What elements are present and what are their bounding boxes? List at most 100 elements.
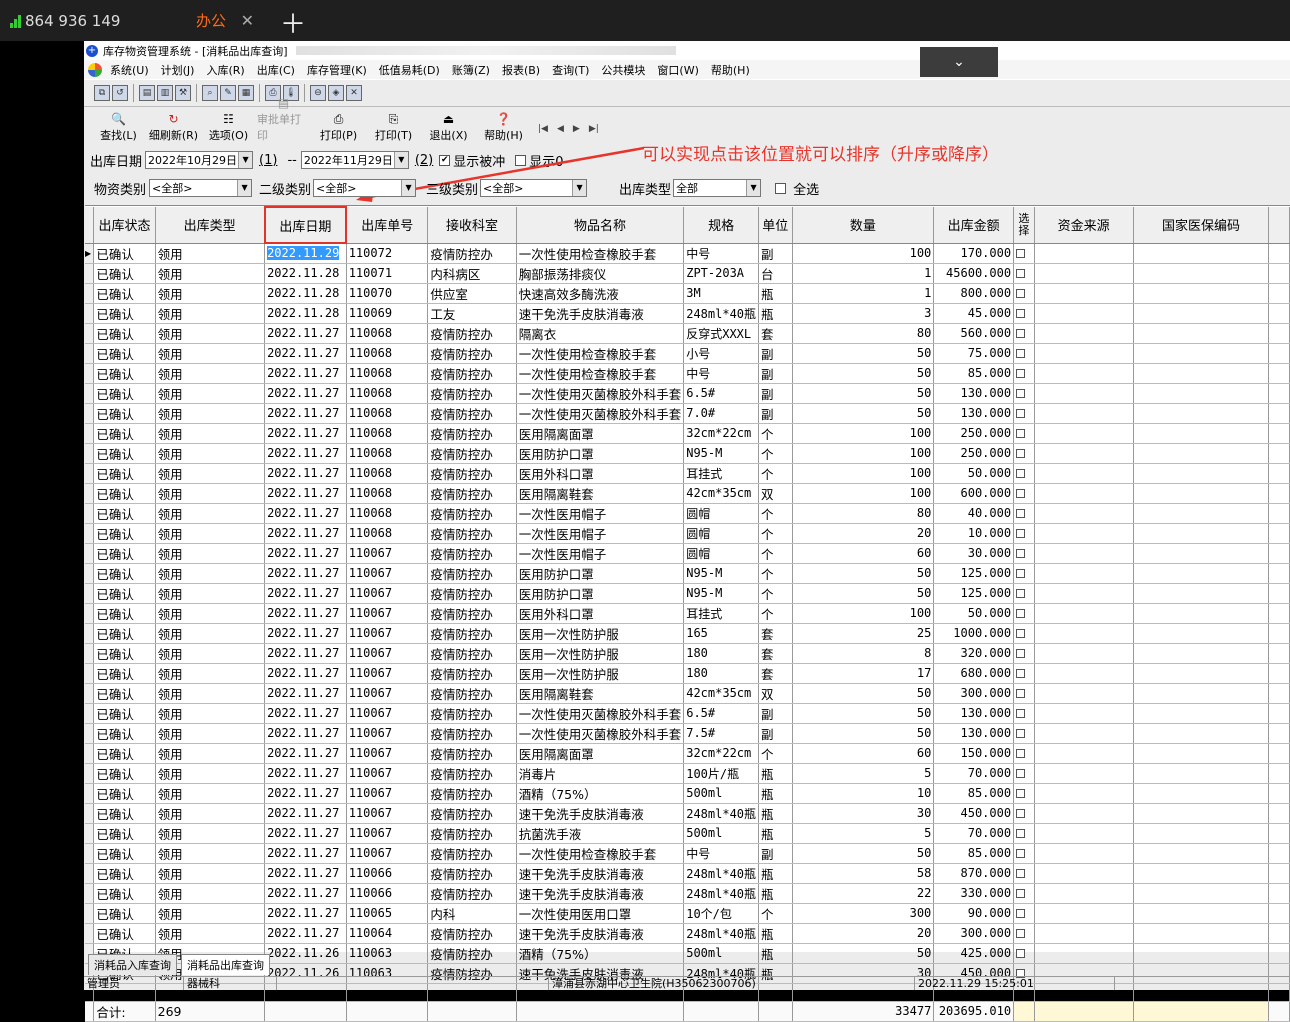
select-cell[interactable]: [1013, 443, 1035, 464]
table-row[interactable]: 已确认 领用 2022.11.27 110067 疫情防控办 医用一次性防护服 180 套 8 3…: [85, 643, 1290, 664]
row-checkbox[interactable]: [1016, 768, 1026, 778]
menu-item[interactable]: 查询(T): [546, 62, 595, 78]
row-checkbox[interactable]: [1016, 408, 1026, 418]
select-cell[interactable]: [1013, 323, 1035, 344]
table-row[interactable]: 已确认 领用 2022.11.27 110067 疫情防控办 消毒片 100片/瓶瓶 5 70.…: [85, 763, 1290, 784]
row-checkbox[interactable]: [1016, 548, 1026, 558]
menu-item[interactable]: 库存管理(K): [301, 62, 373, 78]
selected-date[interactable]: 2022.11.29: [267, 246, 340, 261]
table-row[interactable]: 已确认 领用 2022.11.27 110068 疫情防控办 医用外科口罩 耳挂式个 100 5…: [85, 463, 1290, 484]
select-cell[interactable]: [1013, 583, 1035, 604]
column-header-1[interactable]: 出库类型: [155, 207, 266, 244]
select-cell[interactable]: [1013, 343, 1035, 364]
calculator-icon[interactable]: ▦: [238, 85, 254, 101]
table-row[interactable]: 已确认 领用 2022.11.27 110065 内科 一次性使用医用口罩 10个/包个 30…: [85, 903, 1290, 924]
layers-icon[interactable]: ◈: [328, 85, 344, 101]
table-row[interactable]: 已确认 领用 2022.11.27 110067 疫情防控办 医用外科口罩 耳挂式个 100 5…: [85, 603, 1290, 624]
select-cell[interactable]: [1013, 543, 1035, 564]
select-cell[interactable]: [1013, 623, 1035, 644]
select-cell[interactable]: [1013, 823, 1035, 844]
exit-door-icon[interactable]: ⏏: [441, 112, 457, 127]
column-header-8[interactable]: 数量: [792, 207, 935, 244]
select-cell[interactable]: [1013, 563, 1035, 584]
table-row[interactable]: 已确认 领用 2022.11.27 110067 疫情防控办 抗菌洗手液 500ml 瓶 5 70…: [85, 823, 1290, 844]
row-checkbox[interactable]: [1016, 788, 1026, 798]
table-row[interactable]: 已确认 领用 2022.11.27 110068 疫情防控办 医用隔离鞋套 42cm*35c…: [85, 483, 1290, 504]
select-cell[interactable]: [1013, 643, 1035, 664]
column-header-11[interactable]: 资金来源: [1034, 207, 1134, 244]
row-checkbox[interactable]: [1016, 268, 1026, 278]
table-row[interactable]: 已确认 领用 2022.11.27 110067 疫情防控办 速干免洗手皮肤消毒液 248m…: [85, 803, 1290, 824]
new-window-icon[interactable]: ⧉: [94, 85, 110, 101]
print-preview-icon[interactable]: ⎘: [386, 112, 402, 127]
chevron-down-icon[interactable]: ▼: [238, 152, 253, 168]
table-row[interactable]: 已确认 领用 2022.11.27 110068 疫情防控办 一次性使用检查橡胶手套 中号副…: [85, 363, 1290, 384]
select-cell[interactable]: [1013, 703, 1035, 724]
menu-item[interactable]: 窗口(W): [651, 62, 704, 78]
nav-next-icon[interactable]: ▶: [573, 124, 580, 134]
select-cell[interactable]: [1013, 303, 1035, 324]
table-row[interactable]: 已确认 领用 2022.11.27 110068 疫情防控办 一次性使用灭菌橡胶外科手套 6…: [85, 383, 1290, 404]
row-checkbox[interactable]: [1016, 308, 1026, 318]
browser-tab-remote[interactable]: 864 936 149: [0, 0, 180, 41]
row-checkbox[interactable]: [1016, 908, 1026, 918]
select-cell[interactable]: [1013, 283, 1035, 304]
menu-item[interactable]: 公共模块: [595, 62, 651, 78]
toolbar-button-0[interactable]: 🔍 查找(L): [92, 112, 145, 143]
select-cell[interactable]: [1013, 883, 1035, 904]
refresh-icon[interactable]: ↻: [166, 112, 182, 127]
tertiary-category-select[interactable]: <全部> ▼: [480, 179, 588, 197]
chevron-down-icon[interactable]: ▼: [401, 180, 416, 196]
row-checkbox[interactable]: [1016, 448, 1026, 458]
select-cell[interactable]: [1013, 683, 1035, 704]
bottom-tab-0[interactable]: 消耗品入库查询: [88, 954, 177, 975]
options-icon[interactable]: ☷: [221, 112, 237, 127]
row-checkbox[interactable]: [1016, 248, 1026, 258]
table-row[interactable]: 已确认 领用 2022.11.27 110066 疫情防控办 速干免洗手皮肤消毒液 248m…: [85, 863, 1290, 884]
table-row[interactable]: 已确认 领用 2022.11.27 110068 疫情防控办 隔离衣 反穿式XXXL 套 80 5…: [85, 323, 1290, 344]
row-checkbox[interactable]: [1016, 648, 1026, 658]
select-cell[interactable]: [1013, 423, 1035, 444]
toolbar-button-6[interactable]: ⏏ 退出(X): [422, 112, 475, 143]
row-checkbox[interactable]: [1016, 508, 1026, 518]
date-from-picker[interactable]: 2022年10月29日 ▼: [145, 151, 254, 169]
select-cell[interactable]: [1013, 923, 1035, 944]
menu-item[interactable]: 低值易耗(D): [373, 62, 446, 78]
column-header-2[interactable]: 出库日期: [263, 206, 348, 244]
menu-item[interactable]: 出库(C): [251, 62, 301, 78]
column-header-0[interactable]: 出库状态: [93, 207, 156, 244]
row-checkbox[interactable]: [1016, 748, 1026, 758]
book-icon[interactable]: ▥: [157, 85, 173, 101]
category-select[interactable]: <全部> ▼: [149, 179, 253, 197]
outbound-type-select[interactable]: 全部 ▼: [673, 179, 762, 197]
select-cell[interactable]: [1013, 783, 1035, 804]
table-row[interactable]: 已确认 领用 2022.11.27 110067 疫情防控办 一次性使用灭菌橡胶外科手套 7…: [85, 723, 1290, 744]
menu-item[interactable]: 计划(J): [155, 62, 201, 78]
toolbar-button-7[interactable]: ❓ 帮助(H): [477, 112, 530, 143]
select-cell[interactable]: [1013, 843, 1035, 864]
table-row[interactable]: 已确认 领用 2022.11.27 110068 疫情防控办 一次性医用帽子 圆帽个 80 40…: [85, 503, 1290, 524]
table-row[interactable]: 已确认 领用 2022.11.27 110068 疫情防控办 一次性医用帽子 圆帽个 20 10…: [85, 523, 1290, 544]
menu-item[interactable]: 入库(R): [200, 62, 250, 78]
table-row[interactable]: 已确认 领用 2022.11.27 110067 疫情防控办 医用防护口罩 N95-M 个 50…: [85, 583, 1290, 604]
row-checkbox[interactable]: [1016, 428, 1026, 438]
table-row[interactable]: 已确认 领用 2022.11.28 110069 工友 速干免洗手皮肤消毒液 248ml*4…: [85, 303, 1290, 324]
chevron-down-icon[interactable]: ▼: [572, 180, 587, 196]
row-checkbox[interactable]: [1016, 928, 1026, 938]
table-row[interactable]: 已确认 领用 2022.11.28 110070 供应室 快速高效多酶洗液 3M 瓶 1 800.…: [85, 283, 1290, 304]
row-checkbox[interactable]: [1016, 628, 1026, 638]
tools-icon[interactable]: ⚒: [175, 85, 191, 101]
select-cell[interactable]: [1013, 523, 1035, 544]
menu-item[interactable]: 账簿(Z): [446, 62, 496, 78]
column-header-9[interactable]: 出库金额: [933, 207, 1015, 244]
collapse-button[interactable]: ⌄: [920, 47, 998, 77]
help-book-icon[interactable]: ❓: [496, 112, 512, 127]
select-cell[interactable]: [1013, 243, 1035, 264]
select-cell[interactable]: [1013, 723, 1035, 744]
toolbar-button-4[interactable]: ⎙ 打印(P): [312, 112, 365, 143]
column-header-5[interactable]: 物品名称: [516, 207, 685, 244]
approve-print-icon[interactable]: ▤: [276, 96, 292, 111]
toolbar-button-1[interactable]: ↻ 细刷新(R): [147, 112, 200, 143]
column-header-7[interactable]: 单位: [758, 207, 793, 244]
nav-first-icon[interactable]: |◀: [538, 124, 548, 134]
